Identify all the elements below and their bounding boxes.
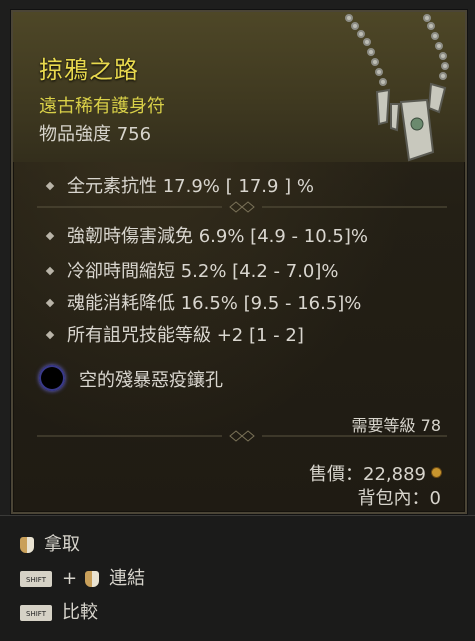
mouse-icon — [20, 537, 34, 553]
bullet-icon — [45, 181, 55, 191]
sell-price-text: 售價：22,889 — [309, 464, 426, 485]
stat-text: 冷卻時間縮短 5.2% [4.2 - 7.0]% — [67, 261, 339, 282]
amulet-icon — [345, 14, 449, 162]
section-divider — [37, 201, 447, 213]
mouse-icon — [85, 571, 100, 587]
item-name: 掠鴉之路 — [39, 56, 139, 84]
control-take-label: 拿取 — [44, 534, 80, 555]
sell-price: 售價：22,889 — [309, 460, 441, 486]
bullet-icon — [45, 266, 55, 276]
bullet-icon — [45, 330, 55, 340]
bullet-icon — [45, 231, 55, 241]
control-take[interactable]: 拿取 — [20, 530, 80, 556]
shift-key-icon: SHIFT — [20, 571, 52, 587]
stash-count: 背包內：0 — [357, 488, 441, 509]
item-power: 物品強度 756 — [39, 124, 152, 145]
stat-affix: 所有詛咒技能等級 +2 [1 - 2] — [45, 321, 304, 347]
stat-affix: 魂能消耗降低 16.5% [9.5 - 16.5]% — [45, 289, 362, 315]
socket-text: 空的殘暴惡疫鑲孔 — [79, 370, 223, 391]
socket-icon — [39, 365, 65, 391]
item-header: 掠鴉之路 遠古稀有護身符 物品強度 756 — [13, 12, 465, 162]
plus-sign: + — [62, 568, 78, 589]
section-divider — [37, 430, 447, 442]
stat-primary: 全元素抗性 17.9% [ 17.9 ] % — [45, 172, 315, 198]
control-compare-label: 比較 — [62, 602, 98, 623]
stat-text: 全元素抗性 17.9% [ 17.9 ] % — [67, 176, 315, 197]
stat-text: 所有詛咒技能等級 +2 [1 - 2] — [67, 325, 304, 346]
control-hints: 拿取 SHIFT + 連結 SHIFT 比較 — [0, 515, 475, 641]
stat-affix: 冷卻時間縮短 5.2% [4.2 - 7.0]% — [45, 257, 339, 283]
tooltip-frame: 掠鴉之路 遠古稀有護身符 物品強度 756 全元素抗性 17.9% [17.9… — [0, 0, 475, 641]
control-compare[interactable]: SHIFT 比較 — [20, 598, 98, 624]
control-link[interactable]: SHIFT + 連結 — [20, 564, 145, 590]
shift-key-icon: SHIFT — [20, 605, 52, 621]
item-tooltip: 掠鴉之路 遠古稀有護身符 物品強度 756 全元素抗性 17.9% [17.9… — [11, 10, 467, 514]
stat-text: 強韌時傷害減免 6.9% [4.9 - 10.5]% — [67, 226, 368, 247]
stat-text: 魂能消耗降低 16.5% [9.5 - 16.5]% — [67, 293, 362, 314]
item-rarity-type: 遠古稀有護身符 — [39, 96, 165, 117]
gold-coin-icon — [432, 468, 441, 477]
bullet-icon — [45, 298, 55, 308]
control-link-label: 連結 — [109, 568, 146, 589]
stat-affix: 強韌時傷害減免 6.9% [4.9 - 10.5]% — [45, 222, 368, 248]
